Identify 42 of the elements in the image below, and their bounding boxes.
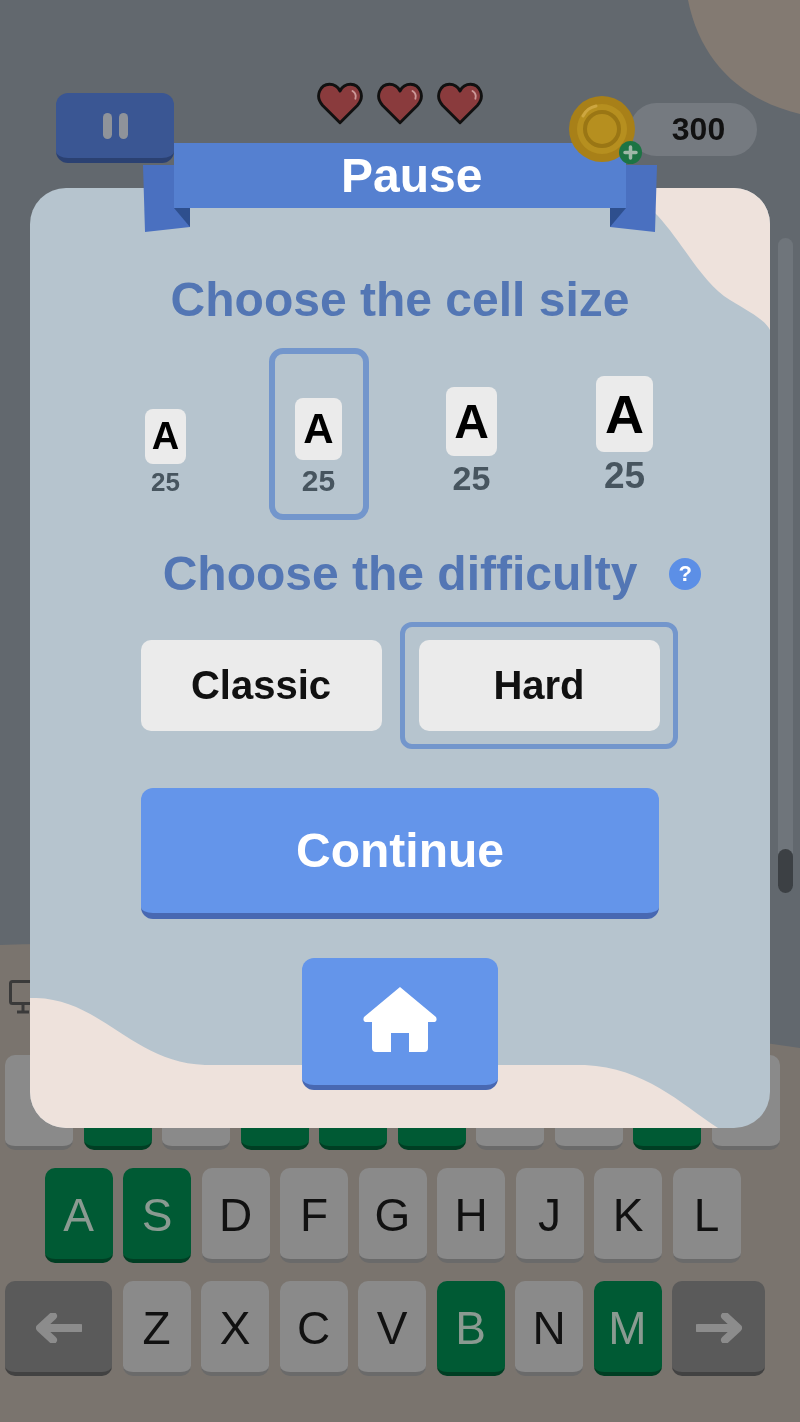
left-arrow-icon: [35, 1312, 82, 1343]
difficulty-heading: Choose the difficulty: [162, 548, 638, 600]
forward-key[interactable]: [672, 1281, 765, 1376]
keyboard-key[interactable]: Z: [122, 1281, 191, 1376]
difficulty-option[interactable]: Hard: [418, 640, 660, 731]
right-arrow-icon: [695, 1312, 742, 1343]
keyboard-key[interactable]: D: [201, 1168, 270, 1263]
cell-size-heading: Choose the cell size: [170, 274, 630, 326]
keyboard-key[interactable]: X: [201, 1281, 269, 1376]
cell-count: 25: [301, 464, 336, 497]
keyboard-key[interactable]: G: [358, 1168, 427, 1263]
pause-button[interactable]: [56, 93, 174, 163]
keyboard-key[interactable]: N: [515, 1281, 583, 1376]
help-button[interactable]: ?: [669, 558, 702, 590]
keyboard-key[interactable]: A: [44, 1168, 113, 1263]
back-key[interactable]: [5, 1281, 112, 1376]
difficulty-option[interactable]: Classic: [140, 640, 382, 731]
letter-tile[interactable]: A: [295, 398, 342, 460]
letter-tile[interactable]: A: [596, 376, 653, 453]
continue-button[interactable]: Continue: [141, 788, 659, 919]
keyboard-key[interactable]: J: [515, 1168, 584, 1263]
cell-count: 25: [151, 468, 180, 497]
keyboard-key[interactable]: F: [280, 1168, 348, 1263]
letter-tile[interactable]: A: [446, 386, 497, 456]
letter-tile[interactable]: A: [145, 409, 186, 465]
plus-icon[interactable]: [619, 141, 642, 164]
keyboard-key[interactable]: K: [594, 1168, 662, 1263]
keyboard-key[interactable]: M: [593, 1281, 662, 1376]
pause-icon: [102, 112, 128, 139]
keyboard-key[interactable]: V: [358, 1281, 426, 1376]
keyboard-key[interactable]: B: [436, 1281, 505, 1376]
home-button[interactable]: [302, 958, 498, 1090]
keyboard-key[interactable]: L: [672, 1168, 741, 1263]
keyboard-key[interactable]: H: [437, 1168, 505, 1263]
dialog-title: Pause: [341, 149, 483, 203]
coin-count: 300: [630, 102, 757, 156]
keyboard-key[interactable]: C: [279, 1281, 348, 1376]
keyboard-key[interactable]: S: [123, 1168, 191, 1263]
scrollbar[interactable]: [778, 238, 793, 893]
home-icon: [362, 985, 438, 1052]
cell-count: 25: [452, 459, 491, 497]
cell-count: 25: [603, 456, 646, 497]
